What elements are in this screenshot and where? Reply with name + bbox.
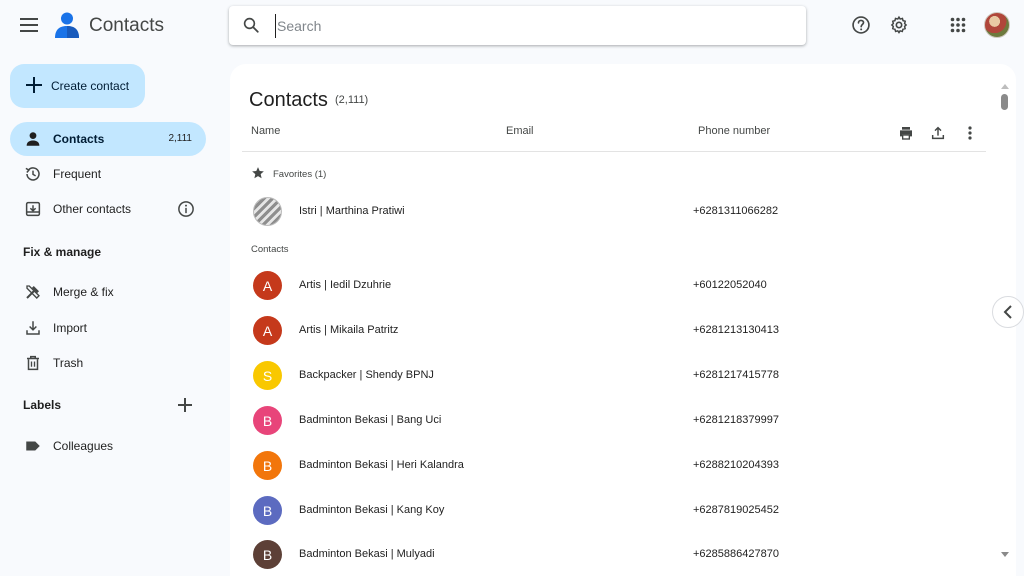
star-icon (252, 167, 264, 179)
scroll-down-arrow-icon[interactable] (1000, 551, 1010, 559)
plus-icon (26, 77, 42, 93)
favorites-label: Favorites (1) (273, 169, 327, 180)
scrollbar-thumb[interactable] (1001, 94, 1008, 110)
sidebar-item-contacts[interactable]: Contacts 2,111 (10, 122, 206, 156)
settings-icon (890, 15, 908, 34)
chevron-left-icon (1003, 305, 1012, 319)
contact-name: Badminton Bekasi | Heri Kalandra (299, 459, 464, 471)
contact-name: Badminton Bekasi | Kang Koy (299, 504, 445, 516)
create-contact-button[interactable]: Create contact (10, 64, 145, 108)
contact-avatar: B (253, 540, 282, 569)
contact-name: Badminton Bekasi | Mulyadi (299, 548, 435, 560)
contact-avatar: A (253, 271, 282, 300)
sidebar-item-label: Import (53, 321, 88, 335)
contact-name: Badminton Bekasi | Bang Uci (299, 414, 442, 426)
contacts-group-label: Contacts (251, 244, 289, 255)
page-title: Contacts (249, 89, 328, 111)
apps-grid-icon (950, 17, 966, 33)
header-divider (242, 151, 986, 152)
contact-phone: +6287819025452 (693, 504, 779, 516)
create-contact-label: Create contact (51, 79, 130, 93)
sidebar-item-other-contacts[interactable]: Other contacts (10, 192, 206, 226)
add-label-icon[interactable] (176, 396, 194, 414)
settings-button[interactable] (885, 11, 913, 39)
search-icon[interactable] (242, 16, 260, 34)
sidebar-item-label: Frequent (53, 167, 102, 181)
contact-phone: +6288210204393 (693, 459, 779, 471)
sidebar-item-merge-fix[interactable]: Merge & fix (10, 275, 206, 309)
contact-phone: +60122052040 (693, 279, 767, 291)
table-row[interactable]: B Badminton Bekasi | Mulyadi +6285886427… (242, 533, 986, 576)
contact-avatar: B (253, 406, 282, 435)
contact-name: Artis | Iedil Dzuhrie (299, 279, 392, 291)
contact-phone: +6281218379997 (693, 414, 779, 426)
help-button[interactable] (847, 11, 875, 39)
scroll-up-arrow-icon[interactable] (1000, 82, 1010, 90)
contact-phone: +6281311066282 (693, 205, 779, 217)
more-options-button[interactable] (959, 122, 981, 144)
trash-icon (27, 355, 39, 371)
labels-heading: Labels (23, 398, 62, 412)
top-bar: Contacts (0, 0, 1024, 52)
print-button[interactable] (895, 122, 917, 144)
contact-name: Artis | Mikaila Patritz (299, 324, 399, 336)
download-box-icon (25, 201, 41, 217)
table-row[interactable]: B Badminton Bekasi | Heri Kalandra +6288… (242, 444, 986, 488)
side-panel-toggle-button[interactable] (992, 296, 1024, 328)
account-avatar[interactable] (984, 12, 1010, 38)
export-button[interactable] (927, 122, 949, 144)
contact-avatar: A (253, 316, 282, 345)
help-icon (852, 16, 870, 34)
fix-manage-heading: Fix & manage (23, 245, 102, 259)
import-icon (26, 321, 40, 335)
contact-phone: +6281217415778 (693, 369, 779, 381)
table-row[interactable]: B Badminton Bekasi | Bang Uci +628121837… (242, 399, 986, 443)
history-icon (25, 167, 40, 181)
sidebar-item-label: Colleagues (53, 439, 114, 453)
sidebar-item-label: Merge & fix (53, 285, 114, 299)
contact-avatar: B (253, 451, 282, 480)
sidebar-item-label: Other contacts (53, 202, 132, 216)
contact-avatar: S (253, 361, 282, 390)
column-header-name[interactable]: Name (251, 125, 280, 137)
table-row[interactable]: A Artis | Mikaila Patritz +6281213130413 (242, 309, 986, 353)
contact-name: Backpacker | Shendy BPNJ (299, 369, 434, 381)
sidebar-item-frequent[interactable]: Frequent (10, 157, 206, 191)
main-menu-button[interactable] (13, 9, 45, 41)
contacts-count: 2,111 (168, 133, 192, 144)
app-title[interactable]: Contacts (89, 15, 164, 37)
label-tag-icon (26, 441, 40, 451)
sidebar-item-import[interactable]: Import (10, 311, 206, 345)
export-icon (931, 126, 945, 140)
sidebar-item-label: Trash (53, 356, 84, 370)
sidebar-item-colleagues[interactable]: Colleagues (10, 429, 206, 463)
more-vert-icon (968, 126, 972, 140)
contact-avatar: B (253, 496, 282, 525)
menu-icon (20, 18, 38, 32)
table-row[interactable]: Istri | Marthina Pratiwi +6281311066282 (242, 190, 986, 234)
sidebar-item-label: Contacts (53, 132, 105, 146)
person-icon (26, 132, 40, 146)
print-icon (900, 127, 912, 140)
contacts-list-panel: Contacts (2,111) Name Email Phone number… (230, 64, 1016, 576)
search-input[interactable] (275, 14, 775, 38)
contacts-logo-icon[interactable] (54, 11, 80, 39)
sidebar-item-trash[interactable]: Trash (10, 346, 206, 380)
contact-photo (253, 197, 282, 226)
page-count: (2,111) (335, 94, 369, 106)
contact-name: Istri | Marthina Pratiwi (299, 205, 405, 217)
contact-phone: +6285886427870 (693, 548, 779, 560)
info-icon[interactable] (177, 200, 195, 218)
search-bar[interactable] (229, 6, 806, 45)
apps-button[interactable] (944, 11, 972, 39)
column-header-email[interactable]: Email (506, 125, 534, 137)
column-header-phone[interactable]: Phone number (698, 125, 770, 137)
table-row[interactable]: A Artis | Iedil Dzuhrie +60122052040 (242, 264, 986, 308)
table-row[interactable]: S Backpacker | Shendy BPNJ +628121741577… (242, 354, 986, 398)
tools-icon (26, 285, 40, 299)
table-row[interactable]: B Badminton Bekasi | Kang Koy +628781902… (242, 489, 986, 533)
contact-phone: +6281213130413 (693, 324, 779, 336)
